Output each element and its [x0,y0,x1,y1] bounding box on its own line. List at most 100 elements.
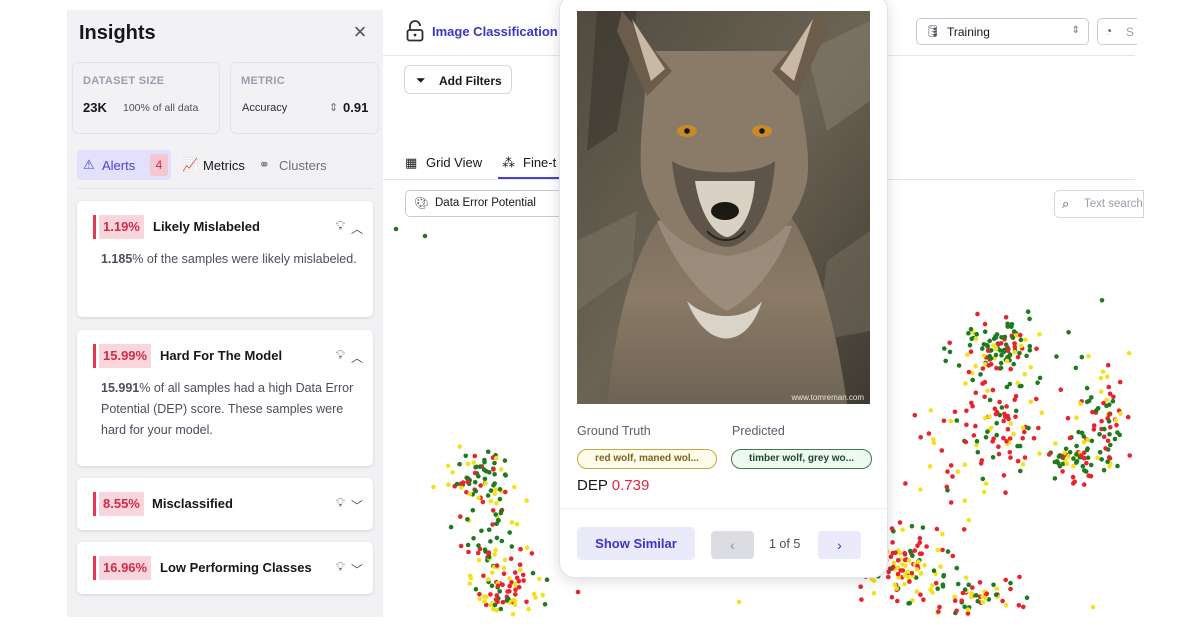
embedding-point[interactable] [1063,446,1069,452]
embedding-point[interactable] [502,557,508,563]
embedding-point[interactable] [492,472,497,477]
embedding-point[interactable] [1084,447,1090,453]
embedding-point[interactable] [968,349,974,354]
embedding-point[interactable] [1099,457,1104,462]
embedding-point[interactable] [985,388,990,393]
embedding-point[interactable] [1072,479,1077,485]
embedding-point[interactable] [472,453,478,459]
text-search-input[interactable]: ⌕ Text search [1054,190,1144,218]
embedding-point[interactable] [986,363,992,368]
embedding-point[interactable] [922,562,927,568]
embedding-point[interactable] [501,565,507,571]
embedding-point[interactable] [494,535,500,541]
embedding-point[interactable] [458,543,464,549]
embedding-point[interactable] [889,594,895,600]
embedding-point[interactable] [518,546,523,552]
embedding-point[interactable] [930,590,935,595]
embedding-point[interactable] [1107,402,1112,407]
embedding-point[interactable] [1103,446,1108,451]
embedding-point[interactable] [1012,397,1017,402]
embedding-point[interactable] [975,311,980,317]
embedding-point[interactable] [1101,400,1106,406]
embedding-point[interactable] [959,598,964,603]
embedding-point[interactable] [1027,316,1032,322]
embedding-point[interactable] [1106,455,1112,460]
embedding-point[interactable] [1001,349,1007,355]
embedding-point[interactable] [967,342,973,348]
embedding-point[interactable] [993,346,999,352]
embedding-point[interactable] [973,390,979,396]
embedding-point[interactable] [915,543,920,548]
embedding-point[interactable] [955,469,961,474]
embedding-point[interactable] [980,381,985,386]
embedding-point[interactable] [1093,408,1099,413]
embedding-point[interactable] [473,465,478,470]
embedding-point[interactable] [517,562,523,567]
embedding-point[interactable] [888,554,894,559]
embedding-point[interactable] [1081,439,1087,445]
embedding-point[interactable] [1008,455,1013,460]
embedding-point[interactable] [477,591,482,597]
embedding-point[interactable] [1074,460,1079,465]
embedding-point[interactable] [983,481,989,486]
embedding-point[interactable] [471,460,476,465]
embedding-point[interactable] [1065,415,1071,421]
embedding-point[interactable] [900,527,905,532]
embedding-point[interactable] [1054,459,1060,464]
embedding-point[interactable] [489,583,495,589]
embedding-point[interactable] [498,510,504,516]
embedding-point[interactable] [919,551,924,556]
embedding-point[interactable] [1052,476,1058,481]
embedding-point[interactable] [974,438,980,444]
embedding-point[interactable] [482,599,487,604]
embedding-point[interactable] [482,476,488,482]
embedding-point[interactable] [1025,309,1031,314]
embedding-point[interactable] [900,562,905,567]
embedding-point[interactable] [1013,414,1018,420]
embedding-point[interactable] [494,563,500,568]
embedding-point[interactable] [470,508,476,513]
embedding-point[interactable] [1066,330,1071,335]
embedding-point[interactable] [997,399,1002,405]
embedding-point[interactable] [540,592,545,598]
embedding-point[interactable] [520,572,526,578]
embedding-point[interactable] [1088,462,1094,468]
embedding-point[interactable] [486,554,492,560]
embedding-point[interactable] [499,538,505,544]
embedding-point[interactable] [493,512,498,517]
embedding-point[interactable] [1026,425,1031,431]
embedding-point[interactable] [966,331,971,336]
embedding-point[interactable] [483,468,489,474]
embedding-point[interactable] [490,522,495,527]
embedding-point[interactable] [492,460,497,466]
embedding-point[interactable] [1011,431,1016,437]
embedding-point[interactable] [1031,436,1037,441]
embedding-point[interactable] [492,552,497,557]
embedding-point[interactable] [983,435,989,440]
embedding-point[interactable] [1012,341,1017,346]
embedding-point[interactable] [1005,426,1011,432]
embedding-point[interactable] [929,583,935,588]
embedding-point[interactable] [914,589,920,594]
embedding-point[interactable] [1081,482,1087,487]
embedding-point[interactable] [952,598,958,603]
embedding-point[interactable] [973,423,978,429]
embedding-point[interactable] [1090,604,1096,610]
embedding-point[interactable] [467,581,473,586]
embedding-point[interactable] [1011,361,1016,367]
embedding-point[interactable] [912,412,918,418]
embedding-point[interactable] [512,581,518,587]
embedding-point[interactable] [1084,385,1090,391]
embedding-point[interactable] [445,463,451,469]
embedding-point[interactable] [431,484,436,490]
embedding-point[interactable] [962,498,968,504]
embedding-point[interactable] [1008,580,1013,586]
embedding-point[interactable] [933,580,939,586]
embedding-point[interactable] [1021,604,1026,610]
embedding-point[interactable] [1046,452,1052,457]
embedding-point[interactable] [463,453,468,459]
embedding-point[interactable] [1020,425,1026,430]
add-filters-button[interactable]: ⏷ Add Filters [404,65,512,94]
embedding-point[interactable] [890,540,895,545]
embedding-point[interactable] [1004,439,1009,444]
